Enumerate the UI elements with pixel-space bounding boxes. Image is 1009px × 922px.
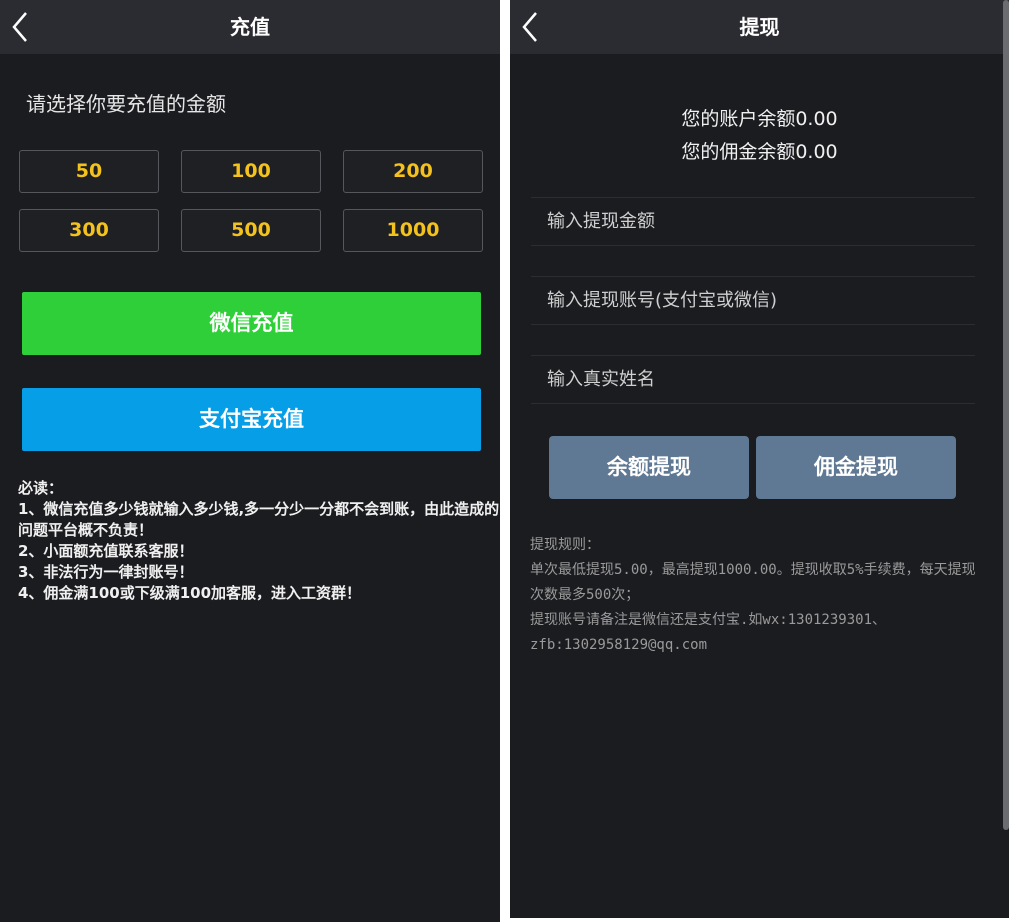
wechat-pay-button[interactable]: 微信充值: [22, 292, 481, 355]
withdraw-account-field: [531, 276, 975, 325]
withdraw-screen: 提现 您的账户余额0.00 您的佣金余额0.00 余额提现 佣金提现 提现规则：…: [510, 0, 1009, 918]
balance-withdraw-button[interactable]: 余额提现: [549, 436, 749, 499]
real-name-field: [531, 355, 975, 404]
rules-line: 单次最低提现5.00，最高提现1000.00。提现收取5%手续费，每天提现次数最…: [530, 562, 976, 603]
withdraw-amount-field: [531, 197, 975, 246]
notice-line: 2、小面额充值联系客服！: [18, 542, 194, 560]
amount-option-200[interactable]: 200: [343, 150, 483, 193]
notice-line: 3、非法行为一律封账号！: [18, 563, 194, 581]
amount-option-100[interactable]: 100: [181, 150, 321, 193]
rules-line: 提现账号请备注是微信还是支付宝.如wx:1301239301、zfb:13029…: [530, 612, 887, 653]
rules-title: 提现规则：: [530, 537, 600, 553]
amount-option-1000[interactable]: 1000: [343, 209, 483, 252]
commission-balance: 您的佣金余额0.00: [681, 141, 838, 163]
alipay-button[interactable]: 支付宝充值: [22, 388, 481, 451]
page-title: 充值: [230, 15, 270, 39]
amount-prompt: 请选择你要充值的金额: [26, 92, 226, 116]
scrollbar[interactable]: [1003, 0, 1009, 830]
withdraw-account-input[interactable]: [531, 277, 975, 324]
amount-option-500[interactable]: 500: [181, 209, 321, 252]
page-title: 提现: [739, 15, 780, 39]
recharge-header: 充值: [0, 0, 500, 54]
account-balance: 您的账户余额0.00: [681, 108, 838, 130]
notice-line: 1、微信充值多少钱就输入多少钱,多一分少一分都不会到账，由此造成的问题平台概不负…: [18, 500, 500, 539]
withdraw-rules: 提现规则： 单次最低提现5.00，最高提现1000.00。提现收取5%手续费，每…: [530, 533, 985, 658]
withdraw-header: 提现: [510, 0, 1009, 54]
commission-withdraw-button[interactable]: 佣金提现: [756, 436, 956, 499]
recharge-notice: 必读： 1、微信充值多少钱就输入多少钱,多一分少一分都不会到账，由此造成的问题平…: [18, 478, 500, 604]
withdraw-amount-input[interactable]: [531, 198, 975, 245]
notice-line: 必读：: [18, 479, 64, 497]
real-name-input[interactable]: [531, 356, 975, 403]
notice-line: 4、佣金满100或下级满100加客服，进入工资群！: [18, 584, 362, 602]
recharge-screen: 充值 请选择你要充值的金额 50 100 200 300 500 1000 微信…: [0, 0, 500, 922]
amount-option-300[interactable]: 300: [19, 209, 159, 252]
amount-option-50[interactable]: 50: [19, 150, 159, 193]
